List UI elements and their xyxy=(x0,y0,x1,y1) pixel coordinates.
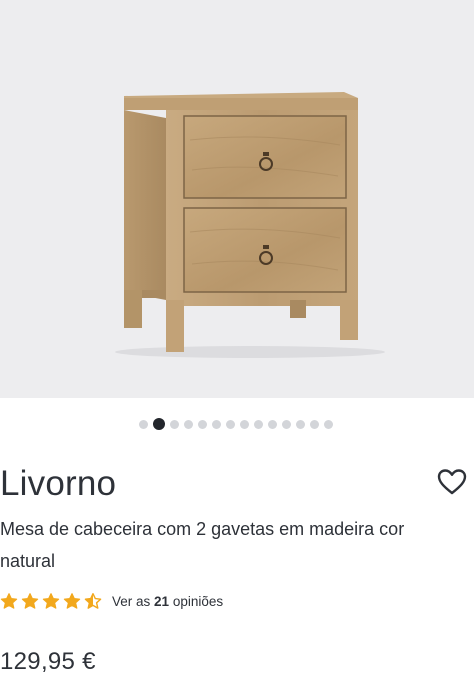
pagination-dot[interactable] xyxy=(324,419,333,429)
reviews-suffix: opiniões xyxy=(172,593,224,609)
pagination-dot[interactable] xyxy=(296,419,305,429)
image-pagination-dots[interactable] xyxy=(0,418,473,430)
star-icon xyxy=(42,593,60,609)
star-icon xyxy=(21,593,39,609)
pagination-dot[interactable] xyxy=(139,419,148,429)
pagination-dot[interactable] xyxy=(310,419,319,429)
pagination-dot[interactable] xyxy=(240,419,249,429)
product-image-gallery[interactable] xyxy=(0,0,474,398)
product-price: 129,95 € xyxy=(0,648,96,675)
pagination-dot[interactable] xyxy=(254,419,263,429)
reviews-link[interactable]: Ver as 21 opiniões xyxy=(112,594,223,609)
star-icon xyxy=(63,593,81,609)
rating-row: Ver as 21 opiniões xyxy=(0,592,223,610)
star-icon xyxy=(0,593,18,609)
pagination-dot[interactable] xyxy=(226,419,235,429)
pagination-dot[interactable] xyxy=(282,419,291,429)
favorite-button[interactable] xyxy=(436,466,468,498)
heart-outline-icon xyxy=(437,469,467,495)
pagination-dot[interactable] xyxy=(268,419,277,429)
rating-stars xyxy=(0,592,102,610)
reviews-prefix: Ver as xyxy=(112,593,151,609)
pagination-dot[interactable] xyxy=(153,418,165,430)
pagination-dot[interactable] xyxy=(170,419,179,429)
reviews-count: 21 xyxy=(154,593,170,609)
pagination-dot[interactable] xyxy=(198,419,207,429)
product-title: Livorno xyxy=(0,464,117,503)
pagination-dot[interactable] xyxy=(212,419,221,429)
product-description: Mesa de cabeceira com 2 gavetas em madei… xyxy=(0,519,405,571)
nightstand-image xyxy=(115,92,385,358)
pagination-dot[interactable] xyxy=(184,419,193,429)
star-half-icon xyxy=(84,593,102,609)
